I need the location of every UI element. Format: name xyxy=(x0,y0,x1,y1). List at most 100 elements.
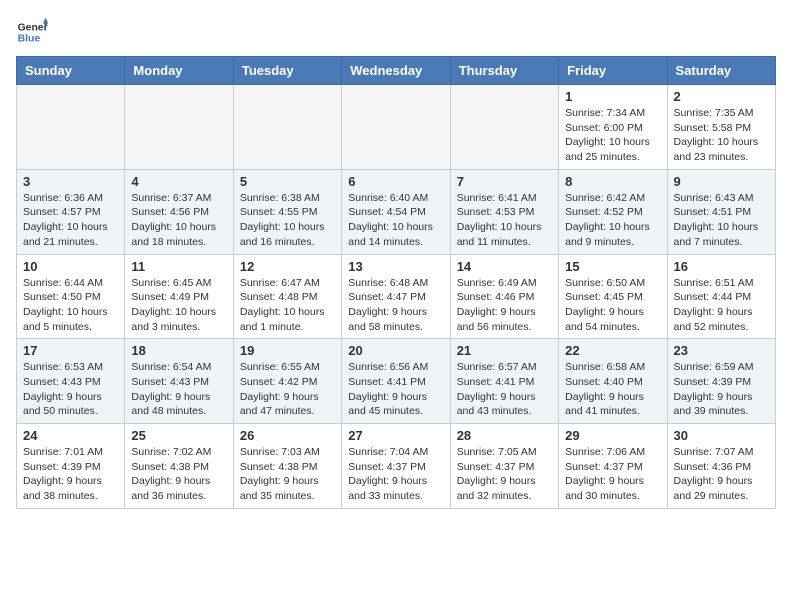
day-number: 29 xyxy=(565,428,660,443)
calendar-header-row: SundayMondayTuesdayWednesdayThursdayFrid… xyxy=(17,57,776,85)
day-info: Sunrise: 7:35 AMSunset: 5:58 PMDaylight:… xyxy=(674,106,769,165)
calendar-day-cell: 29 Sunrise: 7:06 AMSunset: 4:37 PMDayligh… xyxy=(559,424,667,509)
calendar-day-cell: 2 Sunrise: 7:35 AMSunset: 5:58 PMDaylight… xyxy=(667,85,775,170)
calendar-day-cell: 18Sunrise: 6:54 AMSunset: 4:43 PMDayligh… xyxy=(125,339,233,424)
column-header-tuesday: Tuesday xyxy=(233,57,341,85)
calendar-day-cell: 9 Sunrise: 6:43 AMSunset: 4:51 PMDaylight… xyxy=(667,169,775,254)
day-info: Sunrise: 6:37 AMSunset: 4:56 PMDaylight:… xyxy=(131,191,226,250)
calendar-day-cell: 17 Sunrise: 6:53 AMSunset: 4:43 PMDayligh… xyxy=(17,339,125,424)
logo: General Blue xyxy=(16,16,48,48)
calendar-day-cell: 7 Sunrise: 6:41 AMSunset: 4:53 PMDaylight… xyxy=(450,169,558,254)
day-info: Sunrise: 6:59 AMSunset: 4:39 PMDaylight:… xyxy=(674,360,769,419)
calendar-day-cell: 19 Sunrise: 6:55 AMSunset: 4:42 PMDayligh… xyxy=(233,339,341,424)
day-info: Sunrise: 6:58 AMSunset: 4:40 PMDaylight:… xyxy=(565,360,660,419)
calendar-day-cell: 20 Sunrise: 6:56 AMSunset: 4:41 PMDayligh… xyxy=(342,339,450,424)
calendar-day-cell: 24 Sunrise: 7:01 AMSunset: 4:39 PMDayligh… xyxy=(17,424,125,509)
day-info: Sunrise: 7:34 AMSunset: 6:00 PMDaylight:… xyxy=(565,106,660,165)
day-number: 15 xyxy=(565,259,660,274)
day-number: 19 xyxy=(240,343,335,358)
calendar-day-cell: 10 Sunrise: 6:44 AMSunset: 4:50 PMDayligh… xyxy=(17,254,125,339)
day-number: 18 xyxy=(131,343,226,358)
page-header: General Blue xyxy=(16,16,776,48)
calendar-day-cell: 4 Sunrise: 6:37 AMSunset: 4:56 PMDaylight… xyxy=(125,169,233,254)
calendar-day-cell: 23Sunrise: 6:59 AMSunset: 4:39 PMDayligh… xyxy=(667,339,775,424)
day-info: Sunrise: 7:03 AMSunset: 4:38 PMDaylight:… xyxy=(240,445,335,504)
day-number: 3 xyxy=(23,174,118,189)
day-info: Sunrise: 6:44 AMSunset: 4:50 PMDaylight:… xyxy=(23,276,118,335)
calendar-week-row: 10 Sunrise: 6:44 AMSunset: 4:50 PMDayligh… xyxy=(17,254,776,339)
column-header-wednesday: Wednesday xyxy=(342,57,450,85)
day-number: 21 xyxy=(457,343,552,358)
day-info: Sunrise: 6:55 AMSunset: 4:42 PMDaylight:… xyxy=(240,360,335,419)
svg-text:General: General xyxy=(18,22,48,33)
calendar-day-cell: 12 Sunrise: 6:47 AMSunset: 4:48 PMDayligh… xyxy=(233,254,341,339)
day-number: 9 xyxy=(674,174,769,189)
day-info: Sunrise: 6:43 AMSunset: 4:51 PMDaylight:… xyxy=(674,191,769,250)
calendar-day-cell xyxy=(17,85,125,170)
calendar-day-cell xyxy=(125,85,233,170)
column-header-thursday: Thursday xyxy=(450,57,558,85)
day-info: Sunrise: 6:48 AMSunset: 4:47 PMDaylight:… xyxy=(348,276,443,335)
day-info: Sunrise: 6:40 AMSunset: 4:54 PMDaylight:… xyxy=(348,191,443,250)
day-number: 13 xyxy=(348,259,443,274)
calendar-day-cell: 1 Sunrise: 7:34 AMSunset: 6:00 PMDaylight… xyxy=(559,85,667,170)
day-number: 2 xyxy=(674,89,769,104)
calendar-day-cell: 25Sunrise: 7:02 AMSunset: 4:38 PMDayligh… xyxy=(125,424,233,509)
calendar-day-cell: 21 Sunrise: 6:57 AMSunset: 4:41 PMDayligh… xyxy=(450,339,558,424)
day-info: Sunrise: 7:07 AMSunset: 4:36 PMDaylight:… xyxy=(674,445,769,504)
day-number: 24 xyxy=(23,428,118,443)
day-number: 1 xyxy=(565,89,660,104)
day-number: 12 xyxy=(240,259,335,274)
column-header-monday: Monday xyxy=(125,57,233,85)
day-info: Sunrise: 6:53 AMSunset: 4:43 PMDaylight:… xyxy=(23,360,118,419)
day-number: 5 xyxy=(240,174,335,189)
day-info: Sunrise: 6:47 AMSunset: 4:48 PMDaylight:… xyxy=(240,276,335,335)
day-info: Sunrise: 7:06 AMSunset: 4:37 PMDaylight:… xyxy=(565,445,660,504)
day-number: 4 xyxy=(131,174,226,189)
day-number: 8 xyxy=(565,174,660,189)
day-info: Sunrise: 7:05 AMSunset: 4:37 PMDaylight:… xyxy=(457,445,552,504)
day-number: 26 xyxy=(240,428,335,443)
calendar-week-row: 24 Sunrise: 7:01 AMSunset: 4:39 PMDayligh… xyxy=(17,424,776,509)
day-info: Sunrise: 7:04 AMSunset: 4:37 PMDaylight:… xyxy=(348,445,443,504)
logo-icon: General Blue xyxy=(16,16,48,48)
day-info: Sunrise: 7:01 AMSunset: 4:39 PMDaylight:… xyxy=(23,445,118,504)
day-info: Sunrise: 6:51 AMSunset: 4:44 PMDaylight:… xyxy=(674,276,769,335)
day-info: Sunrise: 6:36 AMSunset: 4:57 PMDaylight:… xyxy=(23,191,118,250)
calendar-week-row: 17 Sunrise: 6:53 AMSunset: 4:43 PMDayligh… xyxy=(17,339,776,424)
day-number: 11 xyxy=(131,259,226,274)
calendar-day-cell: 28Sunrise: 7:05 AMSunset: 4:37 PMDayligh… xyxy=(450,424,558,509)
day-number: 20 xyxy=(348,343,443,358)
day-number: 27 xyxy=(348,428,443,443)
calendar-day-cell: 3 Sunrise: 6:36 AMSunset: 4:57 PMDaylight… xyxy=(17,169,125,254)
day-number: 30 xyxy=(674,428,769,443)
day-number: 22 xyxy=(565,343,660,358)
calendar-day-cell: 26 Sunrise: 7:03 AMSunset: 4:38 PMDayligh… xyxy=(233,424,341,509)
day-number: 10 xyxy=(23,259,118,274)
calendar-table: SundayMondayTuesdayWednesdayThursdayFrid… xyxy=(16,56,776,509)
day-info: Sunrise: 6:57 AMSunset: 4:41 PMDaylight:… xyxy=(457,360,552,419)
calendar-day-cell: 5 Sunrise: 6:38 AMSunset: 4:55 PMDaylight… xyxy=(233,169,341,254)
calendar-day-cell: 8Sunrise: 6:42 AMSunset: 4:52 PMDaylight… xyxy=(559,169,667,254)
day-number: 16 xyxy=(674,259,769,274)
day-info: Sunrise: 6:38 AMSunset: 4:55 PMDaylight:… xyxy=(240,191,335,250)
calendar-week-row: 3 Sunrise: 6:36 AMSunset: 4:57 PMDaylight… xyxy=(17,169,776,254)
column-header-sunday: Sunday xyxy=(17,57,125,85)
calendar-day-cell: 6 Sunrise: 6:40 AMSunset: 4:54 PMDaylight… xyxy=(342,169,450,254)
day-number: 14 xyxy=(457,259,552,274)
calendar-week-row: 1 Sunrise: 7:34 AMSunset: 6:00 PMDaylight… xyxy=(17,85,776,170)
calendar-day-cell: 22 Sunrise: 6:58 AMSunset: 4:40 PMDayligh… xyxy=(559,339,667,424)
day-info: Sunrise: 6:50 AMSunset: 4:45 PMDaylight:… xyxy=(565,276,660,335)
day-number: 17 xyxy=(23,343,118,358)
calendar-day-cell: 16 Sunrise: 6:51 AMSunset: 4:44 PMDayligh… xyxy=(667,254,775,339)
calendar-day-cell xyxy=(342,85,450,170)
day-info: Sunrise: 6:56 AMSunset: 4:41 PMDaylight:… xyxy=(348,360,443,419)
day-number: 7 xyxy=(457,174,552,189)
day-info: Sunrise: 6:41 AMSunset: 4:53 PMDaylight:… xyxy=(457,191,552,250)
day-number: 25 xyxy=(131,428,226,443)
day-number: 6 xyxy=(348,174,443,189)
column-header-saturday: Saturday xyxy=(667,57,775,85)
calendar-day-cell xyxy=(233,85,341,170)
calendar-day-cell: 11Sunrise: 6:45 AMSunset: 4:49 PMDayligh… xyxy=(125,254,233,339)
calendar-day-cell: 14Sunrise: 6:49 AMSunset: 4:46 PMDayligh… xyxy=(450,254,558,339)
